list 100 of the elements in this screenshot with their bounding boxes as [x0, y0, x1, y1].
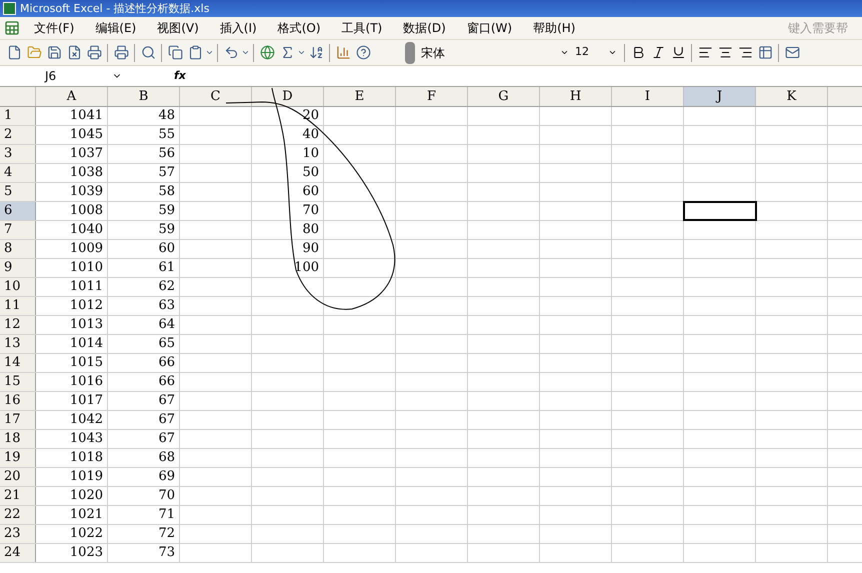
table-cell: 1014: [36, 335, 108, 353]
menu-item[interactable]: 文件(F): [28, 19, 80, 37]
row-header[interactable]: 17: [0, 411, 36, 429]
row-header[interactable]: 19: [0, 449, 36, 467]
table-cell: 1045: [36, 126, 108, 144]
table-cell: 1013: [36, 316, 108, 334]
table-cell: 57: [108, 164, 180, 182]
row-header[interactable]: 18: [0, 430, 36, 448]
row-header[interactable]: 13: [0, 335, 36, 353]
table-cell: 63: [108, 297, 180, 315]
menu-item[interactable]: 窗口(W): [460, 19, 518, 37]
table-cell: 55: [108, 126, 180, 144]
table-cell: 1018: [36, 449, 108, 467]
menu-item[interactable]: 帮助(H): [527, 19, 582, 37]
menu-item[interactable]: 视图(V): [151, 19, 205, 37]
table-cell: 1021: [36, 506, 108, 524]
table-cell: 1037: [36, 145, 108, 163]
table-cell: 1023: [36, 544, 108, 562]
table-cell: 1015: [36, 354, 108, 372]
column-header[interactable]: F: [396, 87, 468, 106]
row-header[interactable]: 16: [0, 392, 36, 410]
table-cell: 67: [108, 411, 180, 429]
row-header[interactable]: 6: [0, 202, 36, 220]
column-header[interactable]: E: [324, 87, 396, 106]
table-cell: 1040: [36, 221, 108, 239]
menu-item[interactable]: 格式(O): [272, 19, 327, 37]
menu-item[interactable]: 编辑(E): [89, 19, 142, 37]
row-header[interactable]: 3: [0, 145, 36, 163]
row-header[interactable]: 20: [0, 468, 36, 486]
font-size-dropdown[interactable]: 12: [571, 42, 621, 62]
column-header[interactable]: A: [36, 87, 108, 106]
table-cell: 1009: [36, 240, 108, 258]
excel-logo-icon: [3, 2, 16, 15]
table-cell: 66: [108, 373, 180, 391]
column-header[interactable]: J: [684, 87, 756, 106]
window-title: Microsoft Excel - 描述性分析数据.xls: [20, 3, 210, 14]
row-header[interactable]: 11: [0, 297, 36, 315]
row-header[interactable]: 1: [0, 107, 36, 125]
caret-icon[interactable]: [205, 48, 214, 57]
table-cell: 1043: [36, 430, 108, 448]
row-header[interactable]: 4: [0, 164, 36, 182]
table-cell: 72: [108, 525, 180, 543]
table-cell: 1042: [36, 411, 108, 429]
table-cell: 65: [108, 335, 180, 353]
column-header[interactable]: C: [180, 87, 252, 106]
caret-icon[interactable]: [297, 48, 306, 57]
column-header[interactable]: K: [756, 87, 828, 106]
row-header[interactable]: 8: [0, 240, 36, 258]
caret-icon[interactable]: [241, 48, 250, 57]
row-header[interactable]: 10: [0, 278, 36, 296]
row-header[interactable]: 15: [0, 373, 36, 391]
table-cell: 1038: [36, 164, 108, 182]
table-cell: 70: [108, 487, 180, 505]
function-label[interactable]: fx: [174, 68, 186, 84]
column-header[interactable]: G: [468, 87, 540, 106]
column-header[interactable]: H: [540, 87, 612, 106]
table-cell: 59: [108, 202, 180, 220]
menu-item[interactable]: 插入(I): [214, 19, 263, 37]
table-cell: 10: [252, 145, 324, 163]
table-cell: 59: [108, 221, 180, 239]
row-header[interactable]: 23: [0, 525, 36, 543]
row-header[interactable]: 14: [0, 354, 36, 372]
row-header[interactable]: 5: [0, 183, 36, 201]
table-cell: 61: [108, 259, 180, 277]
row-header[interactable]: 7: [0, 221, 36, 239]
table-cell: 69: [108, 468, 180, 486]
table-cell: 66: [108, 354, 180, 372]
table-cell: 70: [252, 202, 324, 220]
table-cell: 90: [252, 240, 324, 258]
table-cell: 40: [252, 126, 324, 144]
table-cell: 100: [252, 259, 324, 277]
caret-icon: [608, 48, 617, 57]
menu-item[interactable]: 工具(T): [336, 19, 388, 37]
table-cell: 73: [108, 544, 180, 562]
menu-item[interactable]: 数据(D): [397, 19, 452, 37]
table-cell: 1011: [36, 278, 108, 296]
row-header[interactable]: 12: [0, 316, 36, 334]
row-header[interactable]: 21: [0, 487, 36, 505]
table-cell: 67: [108, 392, 180, 410]
font-dropdown[interactable]: 宋体: [421, 42, 571, 62]
table-cell: 60: [108, 240, 180, 258]
table-cell: 1012: [36, 297, 108, 315]
help-search-field[interactable]: 键入需要帮: [788, 19, 858, 37]
name-box[interactable]: J6: [0, 66, 126, 86]
toolbar-grip[interactable]: [405, 42, 415, 64]
table-cell: 50: [252, 164, 324, 182]
row-header[interactable]: 2: [0, 126, 36, 144]
row-header[interactable]: 22: [0, 506, 36, 524]
caret-icon: [560, 48, 569, 57]
table-cell: 62: [108, 278, 180, 296]
row-header[interactable]: 24: [0, 544, 36, 562]
row-header[interactable]: 9: [0, 259, 36, 277]
column-header[interactable]: D: [252, 87, 324, 106]
table-cell: 60: [252, 183, 324, 201]
selected-cell[interactable]: [684, 202, 756, 220]
table-cell: 1022: [36, 525, 108, 543]
column-header[interactable]: B: [108, 87, 180, 106]
table-cell: 1010: [36, 259, 108, 277]
table-cell: 1041: [36, 107, 108, 125]
table-cell: 80: [252, 221, 324, 239]
